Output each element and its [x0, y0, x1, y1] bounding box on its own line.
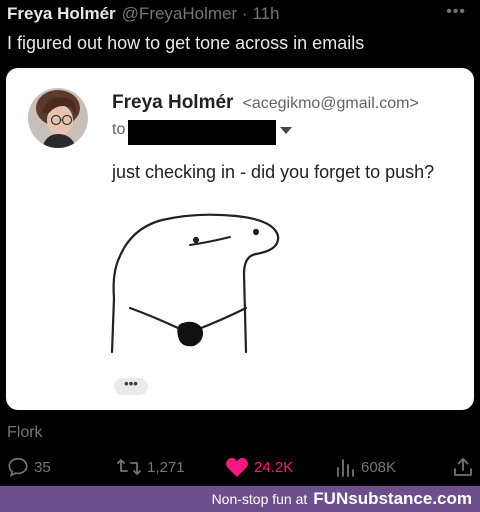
views-action[interactable]: 608K [334, 456, 396, 478]
view-count: 608K [361, 458, 397, 476]
footer-tagline: Non-stop fun at [211, 491, 308, 507]
retweet-count: 1,271 [147, 458, 185, 476]
email-screenshot-image[interactable]: Freya Holmér <acegikmo@gmail.com> to jus… [6, 68, 474, 410]
reply-action[interactable]: 35 [7, 456, 51, 478]
like-count: 24.2K [254, 458, 294, 476]
chevron-down-icon [280, 127, 292, 134]
retweet-icon [117, 459, 141, 475]
heart-icon [226, 457, 248, 477]
show-trimmed-button[interactable]: ••• [114, 377, 148, 395]
tweet-time[interactable]: 11h [252, 4, 279, 23]
handle-text[interactable]: @FreyaHolmer [122, 4, 238, 23]
reply-icon [8, 457, 28, 477]
flork-drawing [110, 213, 280, 354]
redacted-recipient [128, 120, 276, 145]
like-action[interactable]: 24.2K [225, 456, 293, 478]
author-name[interactable]: Freya Holmér [7, 4, 116, 24]
retweet-action[interactable]: 1,271 [116, 456, 185, 478]
author-handle[interactable]: @FreyaHolmer · 11h [122, 4, 280, 24]
analytics-icon [337, 459, 354, 477]
footer-brand[interactable]: FUNsubstance.com [313, 489, 472, 509]
tweet-header: Freya Holmér @FreyaHolmer · 11h ••• [7, 3, 470, 25]
sender-line: Freya Holmér <acegikmo@gmail.com> [112, 92, 419, 114]
email-body: just checking in - did you forget to pus… [112, 162, 435, 182]
to-label: to [112, 121, 126, 138]
reply-count: 35 [34, 458, 51, 476]
share-icon [454, 458, 472, 476]
share-action[interactable] [452, 456, 474, 478]
more-dots-icon[interactable]: ••• [446, 3, 466, 21]
sender-email: <acegikmo@gmail.com> [242, 95, 419, 112]
avatar-portrait-icon [28, 88, 88, 148]
separator: · [241, 4, 248, 23]
site-footer-banner: Non-stop fun at FUNsubstance.com [0, 486, 480, 512]
tweet-text: I figured out how to get tone across in … [7, 33, 365, 53]
image-caption: Flork [7, 424, 43, 441]
tweet-actions: 35 1,271 24.2K 608K [0, 456, 480, 482]
sender-avatar [28, 88, 88, 148]
sender-name: Freya Holmér [112, 92, 234, 113]
